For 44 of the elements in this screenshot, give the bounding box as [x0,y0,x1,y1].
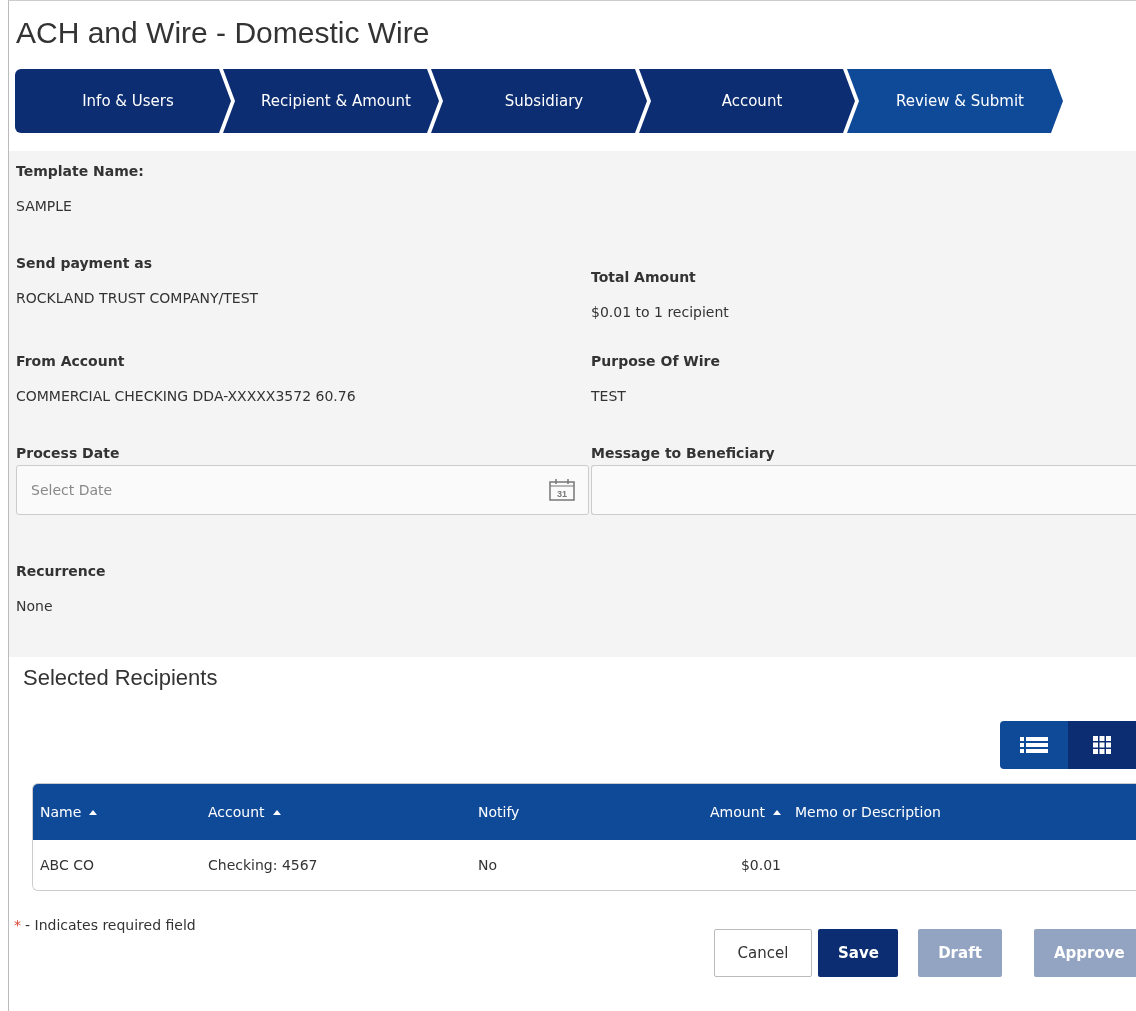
field-label: Send payment as [16,254,153,273]
sort-icon[interactable] [272,809,281,815]
field-label: Process Date [16,444,121,463]
column-header[interactable]: Amount [710,804,765,820]
field-label: Template Name: [16,162,145,181]
calendar-icon[interactable]: 31 [548,478,576,502]
action-button[interactable]: Save [818,929,898,977]
message-field[interactable] [591,465,1136,515]
table-cell: No [478,857,498,873]
field-value: $0.01 to 1 recipient [591,303,730,321]
table-cell: $0.01 [740,857,781,873]
action-button[interactable]: Cancel [714,929,812,977]
wizard-step[interactable]: Recipient & Amount [223,69,439,133]
grid-icon [1093,736,1111,754]
wizard-step[interactable]: Account [639,69,855,133]
required-note: - Indicates required field [25,917,196,935]
field-value: None [16,597,54,615]
field-value: TEST [591,387,627,405]
required-mark: * [14,917,21,935]
field-label: From Account [16,352,126,371]
column-header[interactable]: Name [40,804,82,820]
wizard-step[interactable]: Info & Users [15,69,231,133]
field-label: Message to Beneficiary [591,444,776,463]
date-field[interactable]: Select Date 31 [16,465,589,515]
section-title: Selected Recipients [23,665,219,691]
field-label: Purpose Of Wire [591,352,721,371]
list-icon [1020,736,1048,754]
field-value: SAMPLE [16,197,73,215]
column-header[interactable]: Account [208,804,265,820]
table-cell: Checking: 4567 [208,857,318,873]
sort-icon[interactable] [89,809,98,815]
wizard-step[interactable]: Subsidiary [431,69,647,133]
field-label: Recurrence [16,562,107,581]
sort-icon[interactable] [773,809,781,815]
column-header[interactable]: Memo or Description [795,804,941,820]
field-value: ROCKLAND TRUST COMPANY/TEST [16,289,260,307]
list-view-button[interactable] [1000,721,1068,769]
column-header[interactable]: Notify [478,804,520,820]
wizard-step[interactable]: Review & Submit [847,69,1063,133]
grid-view-button[interactable] [1068,721,1136,769]
table-cell: ABC CO [40,857,94,873]
field-label: Total Amount [591,268,697,287]
field-value: COMMERCIAL CHECKING DDA-XXXXX3572 60.76 [16,387,357,405]
page-title: ACH and Wire - Domestic Wire [15,15,431,51]
